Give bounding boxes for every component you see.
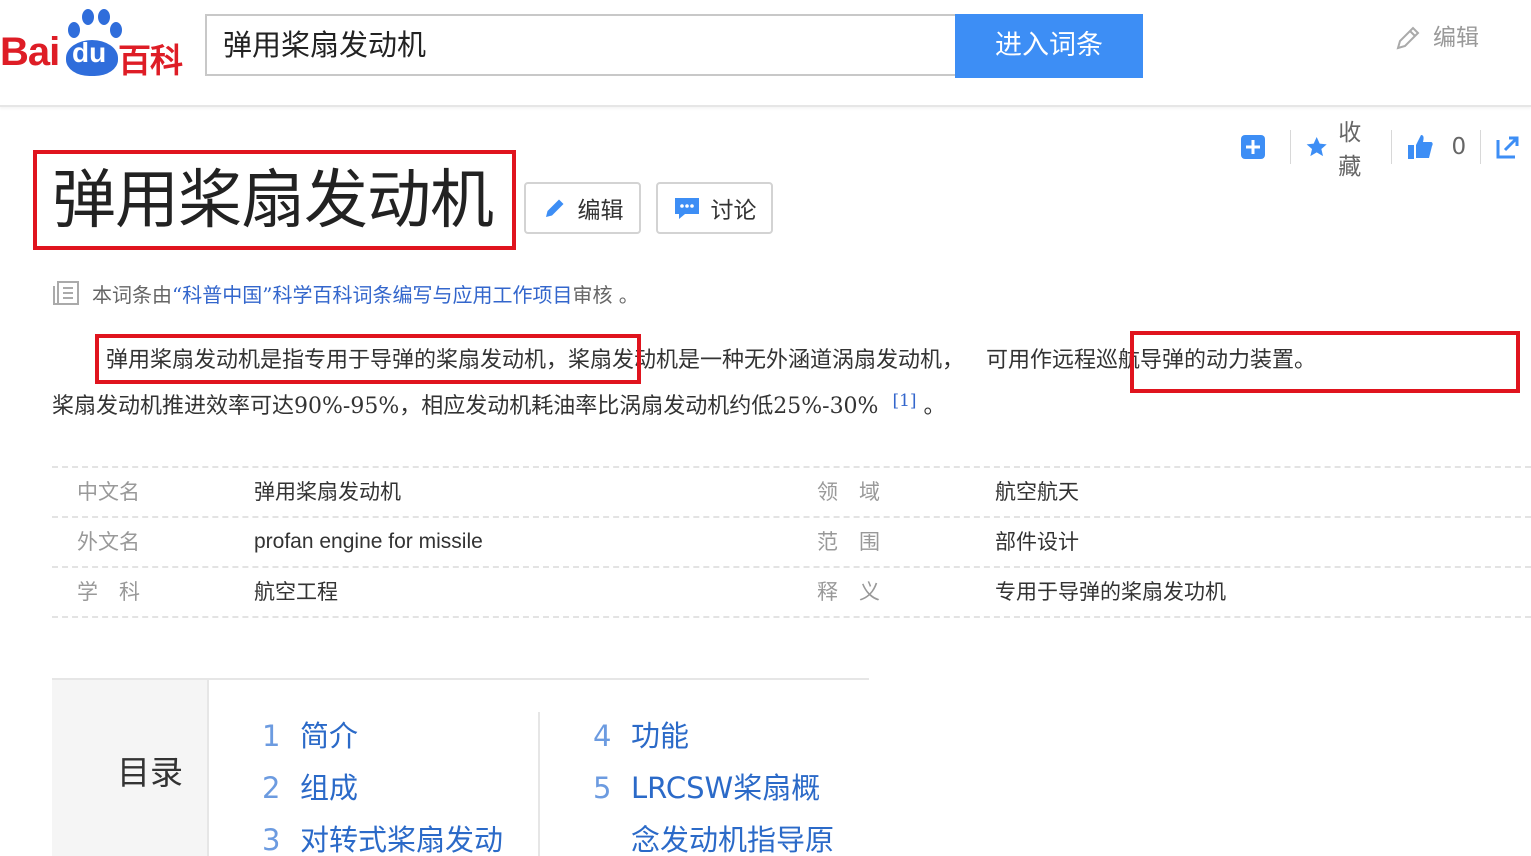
info-label: 外文名 [77,530,140,554]
toc-sidebar: 目录 [52,680,209,856]
info-label: 释 义 [817,580,880,604]
toc-item-number: 2 [262,771,281,805]
action-separator [1290,130,1291,164]
summary-efficiency: 桨扇发动机推进效率可达90%-95%，相应发动机耗油率比涡扇发动机约低25%-3… [52,394,879,419]
info-label: 中文名 [77,480,140,504]
edit-button-label: 编辑 [577,198,624,224]
info-value: 专用于导弹的桨扇发功机 [995,580,1226,604]
info-value: profan engine for missile [254,530,483,553]
summary-end: 。 [916,394,946,419]
baike-page: Bai du 百科 进入词条 编辑 [0,0,1531,856]
reference-link[interactable]: [1] [892,391,916,411]
favorite-button[interactable]: 收藏 [1305,113,1377,181]
info-row: 外文名 profan engine for missile 范 围 部件设计 [52,518,1531,568]
chat-bubble-icon [674,198,699,219]
info-label: 范 围 [817,530,880,554]
enter-entry-button[interactable]: 进入词条 [955,14,1143,78]
logo-bai-text: Bai [0,30,60,74]
toc-item-number: 5 [593,771,612,805]
discuss-button[interactable]: 讨论 [656,182,773,234]
like-button[interactable]: 0 [1406,133,1467,161]
info-value: 航空工程 [254,580,338,604]
info-value: 弹用桨扇发动机 [254,480,401,504]
discuss-button-label: 讨论 [710,198,757,224]
review-suffix: 审核 。 [572,282,639,307]
info-value: 航空航天 [995,480,1079,504]
document-icon [53,281,79,305]
toc-item-lrcsw[interactable]: 5 LRCSW桨扇概 [593,762,820,814]
basic-info-table: 中文名 弹用桨扇发动机 领 域 航空航天 外文名 profan engine f… [52,466,1531,618]
logo-baike-text: 百科 [118,41,183,80]
pencil-icon [1396,26,1420,50]
info-value: 部件设计 [995,530,1079,554]
share-icon [1496,136,1519,159]
toc-item-number: 4 [593,719,612,753]
search-input[interactable] [223,16,943,74]
toc-item-label: 简介 [300,719,359,753]
info-label: 领 域 [817,480,880,504]
pencil-icon [545,199,563,217]
favorite-label: 收藏 [1338,120,1362,180]
page-title: 弹用桨扇发动机 [52,164,494,238]
usage-highlight-box [1130,331,1520,393]
table-of-contents: 目录 1 简介 2 组成 3 对转式桨扇发动 4 功能 5 LRCSW桨扇概 念发动机指导… [52,678,869,856]
toc-item-number: 1 [262,719,281,753]
star-icon [1306,136,1327,157]
search-box [205,14,955,76]
review-prefix: 本词条由 [92,282,172,307]
action-separator [1480,130,1482,164]
share-button[interactable] [1495,134,1531,160]
toc-item-function[interactable]: 4 功能 [593,710,689,762]
info-row: 中文名 弹用桨扇发动机 领 域 航空航天 [52,466,1531,518]
header-edit-label: 编辑 [1433,25,1479,51]
entry-actions: 收藏 0 [1240,120,1531,180]
logo-du-text: du [72,37,107,68]
thumbs-up-icon [1407,135,1433,159]
baidu-baike-logo[interactable]: Bai du 百科 [0,4,195,80]
header-edit-link[interactable]: 编辑 [1393,20,1479,56]
action-separator [1390,130,1392,164]
toc-item-number: 3 [262,823,281,856]
toc-item-label: LRCSW桨扇概 [631,771,821,805]
toc-item-label: 功能 [631,719,690,753]
toc-item-intro[interactable]: 1 简介 [262,710,358,762]
toc-item-label: 组成 [300,771,359,805]
like-count: 0 [1451,134,1467,160]
review-notice: 本词条由 “科普中国”科学百科词条编写与应用工作项目 审核 。 [52,278,639,308]
toc-item-label: 对转式桨扇发动 [300,823,504,856]
toc-divider [538,712,540,856]
add-button[interactable] [1240,134,1276,160]
info-row: 学 科 航空工程 释 义 专用于导弹的桨扇发功机 [52,568,1531,618]
plus-square-icon [1241,135,1265,159]
info-label: 学 科 [77,580,140,604]
review-project-link[interactable]: “科普中国”科学百科词条编写与应用工作项目 [172,279,572,308]
toc-item-counter-rotating[interactable]: 3 对转式桨扇发动 [262,814,503,856]
toc-title: 目录 [117,753,183,792]
toc-item-lrcsw-continued[interactable]: 念发动机指导原 [593,814,834,856]
definition-highlight-box [95,334,641,384]
toc-item-composition[interactable]: 2 组成 [262,762,358,814]
top-header: Bai du 百科 进入词条 编辑 [0,0,1531,107]
edit-button[interactable]: 编辑 [524,182,641,234]
toc-item-label: 念发动机指导原 [631,823,835,856]
